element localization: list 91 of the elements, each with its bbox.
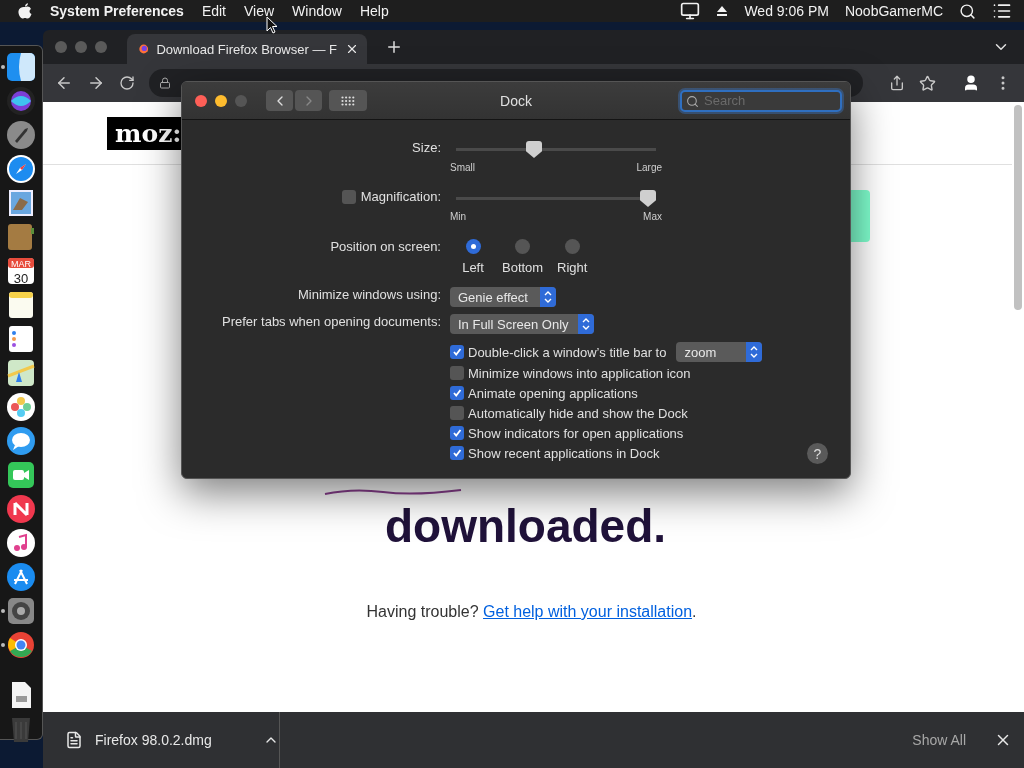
minimize-button[interactable] (215, 94, 227, 107)
tabs-dropdown[interactable]: In Full Screen Only (450, 314, 594, 334)
slider-thumb[interactable] (526, 141, 542, 158)
action-dropdown[interactable]: zoom (676, 342, 763, 362)
slider-min-label: Min (450, 211, 467, 222)
list-icon[interactable] (992, 1, 1012, 21)
menu-item[interactable]: Edit (201, 3, 226, 19)
display-icon[interactable] (680, 1, 701, 21)
radio-option[interactable]: Left (454, 239, 492, 275)
stepper-icon (578, 314, 594, 334)
slider-max-label: Max (643, 211, 662, 222)
pointer-cursor-icon (266, 16, 278, 34)
notepad-icon[interactable] (6, 290, 36, 320)
apple-icon[interactable] (18, 3, 32, 19)
calendar-icon[interactable]: MAR 30 (6, 256, 36, 286)
radio-option[interactable]: Right (553, 239, 592, 275)
menu-item[interactable]: View (244, 3, 275, 19)
radio-option[interactable]: Bottom (502, 239, 544, 275)
clock[interactable]: Wed 9:06 PM (744, 3, 829, 19)
file-icon (65, 731, 83, 749)
checkbox[interactable] (450, 345, 464, 359)
field-label: Magnification: (360, 189, 441, 204)
compass-icon[interactable] (6, 154, 36, 184)
checklist-icon[interactable] (6, 324, 36, 354)
close-icon[interactable] (345, 42, 359, 56)
stepper-icon (746, 342, 763, 362)
lock-icon (159, 77, 171, 89)
back-button[interactable] (266, 90, 293, 111)
stripe-circle-icon[interactable] (6, 494, 36, 524)
radio-button[interactable] (564, 239, 580, 254)
page-heading: downloaded. (384, 504, 667, 548)
notebook-icon[interactable] (6, 222, 36, 252)
stepper-icon (540, 287, 556, 307)
tricolor-circle-icon[interactable] (6, 630, 36, 660)
field-label: Prefer tabs when opening documents: (222, 314, 441, 329)
help-link[interactable]: Get help with your installation (483, 603, 693, 620)
checkbox[interactable] (450, 446, 464, 460)
grid-icon (341, 95, 355, 106)
app-menu[interactable]: System Preferences (50, 3, 184, 19)
checkbox[interactable] (450, 426, 464, 440)
search-icon[interactable] (959, 2, 976, 20)
split-square-icon[interactable] (6, 52, 36, 82)
new-tab-button[interactable] (385, 38, 403, 56)
scrollbar-thumb[interactable] (1014, 105, 1022, 310)
checkbox-option[interactable]: Minimize windows into application icon (450, 365, 691, 381)
menu-item[interactable]: Window (292, 3, 342, 19)
forward-icon[interactable] (87, 74, 105, 92)
flower-icon[interactable] (6, 392, 36, 422)
field-label: Size: (412, 140, 441, 155)
download-file-name[interactable]: Firefox 98.0.2.dmg (95, 732, 251, 748)
orb-icon[interactable] (6, 86, 36, 116)
slider-max-label: Large (636, 162, 662, 173)
radio-button[interactable] (515, 239, 531, 254)
menu-item[interactable]: Help (359, 3, 389, 19)
show-all-button[interactable] (329, 90, 367, 111)
video-camera-icon[interactable] (6, 460, 36, 490)
effect-dropdown[interactable]: Genie effect (450, 287, 556, 307)
checkbox-option[interactable]: Double-click a window’s title bar to (450, 344, 667, 360)
browser-tab[interactable]: Download Firefox Browser — F (127, 34, 367, 64)
stamp-icon[interactable] (6, 188, 36, 218)
slider-thumb[interactable] (640, 190, 656, 207)
field-label: Minimize windows using: (297, 287, 441, 302)
map-icon[interactable] (6, 358, 36, 388)
field-label: Position on screen: (330, 239, 441, 254)
star-icon[interactable] (919, 74, 936, 92)
back-icon[interactable] (55, 74, 73, 92)
eject-icon[interactable] (716, 5, 729, 17)
checkbox[interactable] (450, 386, 464, 400)
close-button[interactable] (195, 94, 207, 107)
reload-icon[interactable] (119, 75, 135, 91)
checkbox-option[interactable]: Show recent applications in Dock (450, 445, 660, 461)
profile-icon[interactable] (962, 74, 980, 92)
checkbox-option[interactable]: Animate opening applications (450, 385, 638, 401)
checkbox-option[interactable]: Show indicators for open applications (450, 425, 684, 441)
help-text: Having trouble? Get help with your installation. (365, 602, 698, 622)
search-icon (686, 94, 699, 108)
music-note-icon[interactable] (6, 528, 36, 558)
radio-button[interactable] (465, 239, 481, 254)
show-all-button[interactable]: Show All (906, 731, 972, 749)
chat-bubble-icon[interactable] (6, 426, 36, 456)
slider-min-label: Small (450, 162, 475, 173)
gear-icon[interactable] (6, 596, 36, 626)
share-icon[interactable] (889, 75, 905, 91)
checkbox[interactable] (450, 366, 464, 380)
app-store-icon[interactable] (6, 562, 36, 592)
window-title: Dock (500, 92, 532, 109)
checkbox[interactable] (450, 406, 464, 420)
checkbox-option[interactable]: Automatically hide and show the Dock (450, 405, 688, 421)
help-button[interactable]: ? (807, 443, 828, 464)
user-name[interactable]: NoobGamerMC (844, 3, 943, 19)
checkbox[interactable] (341, 189, 356, 204)
